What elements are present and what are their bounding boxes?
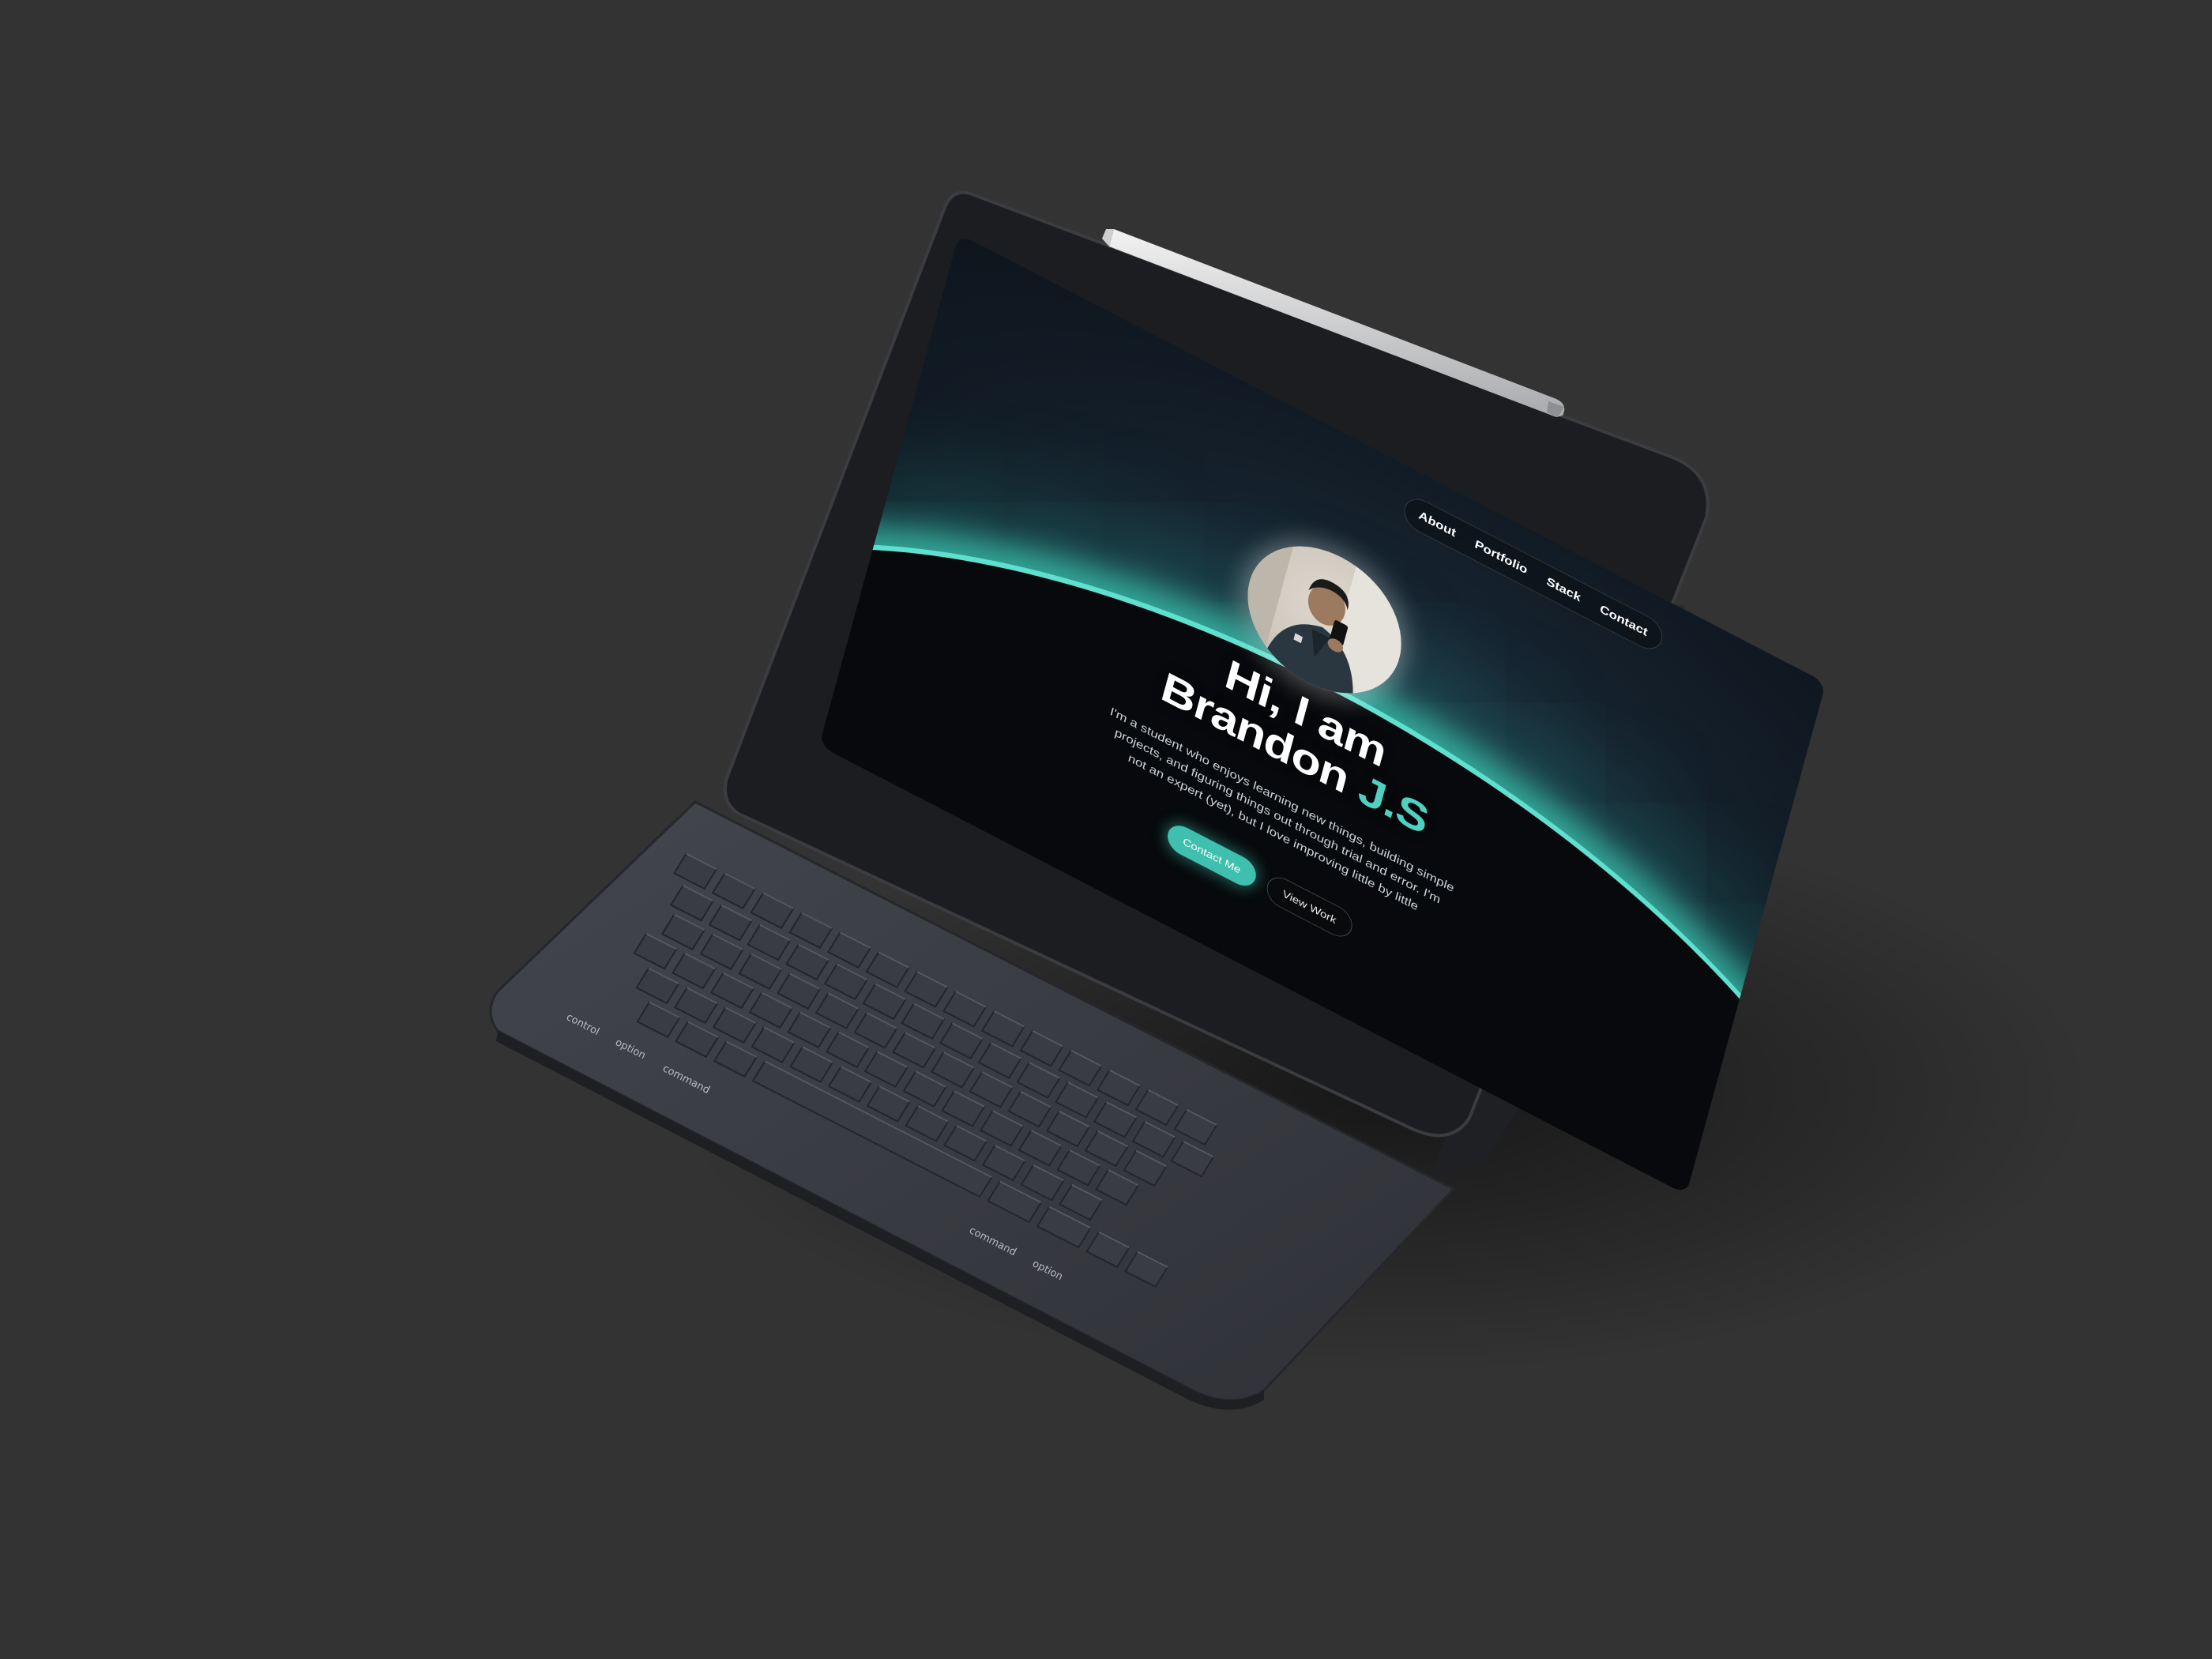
nav-link-stack[interactable]: Stack [1545, 574, 1582, 604]
nav-link-contact[interactable]: Contact [1598, 602, 1649, 639]
nav-link-about[interactable]: About [1417, 509, 1458, 540]
mockup-stage: About Portfolio Stack Contact Hi, I am B… [0, 0, 2212, 1659]
nav-link-portfolio[interactable]: Portfolio [1473, 538, 1529, 577]
